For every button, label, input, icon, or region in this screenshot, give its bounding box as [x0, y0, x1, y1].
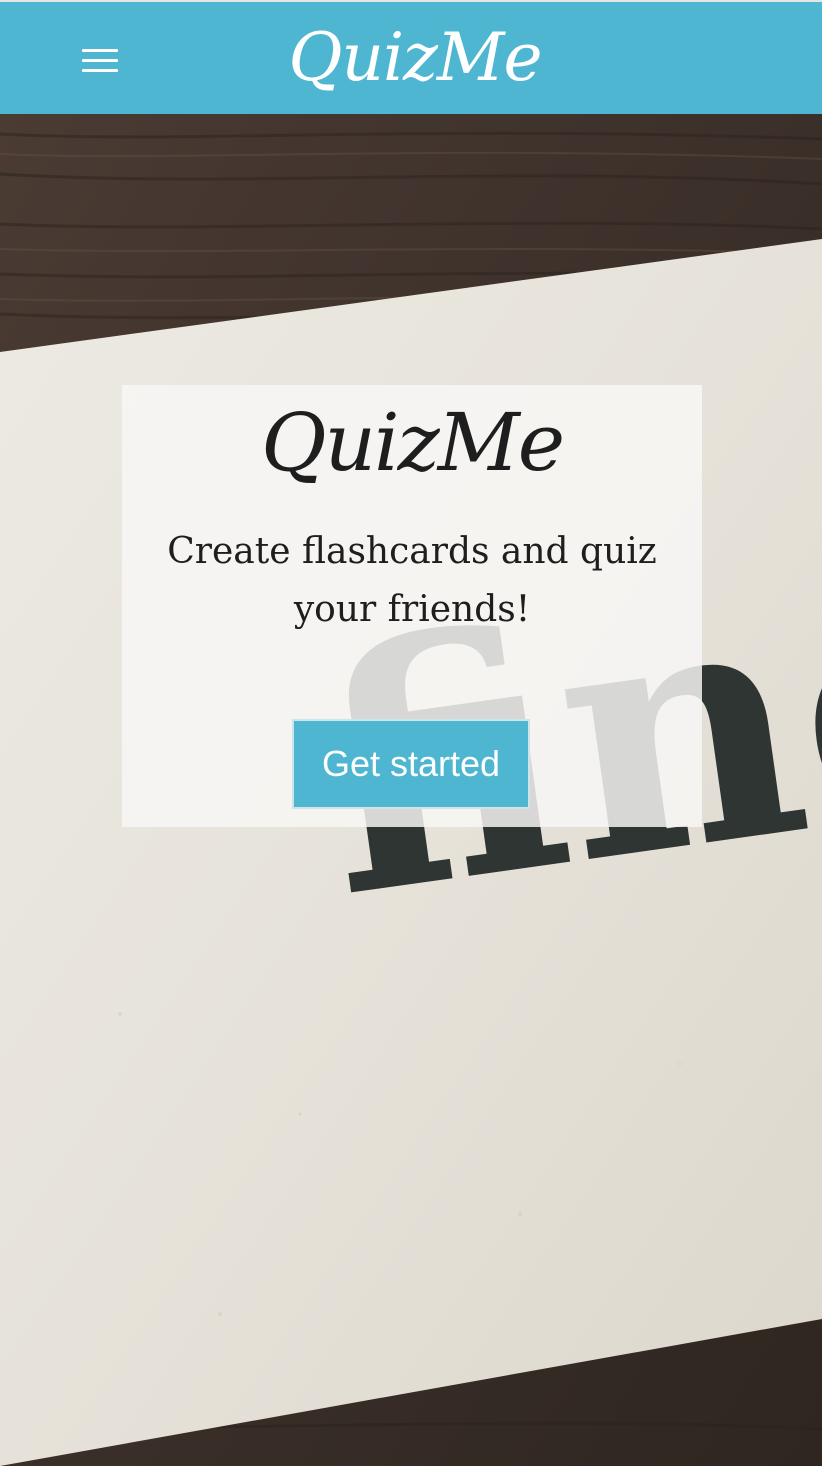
- intro-title: QuizMe: [260, 396, 565, 489]
- top-navbar: QuizMe: [0, 0, 822, 114]
- intro-card: QuizMe Create flashcards and quiz your f…: [122, 385, 702, 827]
- intro-tagline: Create flashcards and quiz your friends!: [167, 531, 657, 630]
- brand-logo[interactable]: QuizMe: [0, 16, 822, 100]
- get-started-button[interactable]: Get started: [292, 719, 530, 809]
- landing-page: QuizMe QuizMe Create flashcards and quiz…: [0, 0, 822, 1466]
